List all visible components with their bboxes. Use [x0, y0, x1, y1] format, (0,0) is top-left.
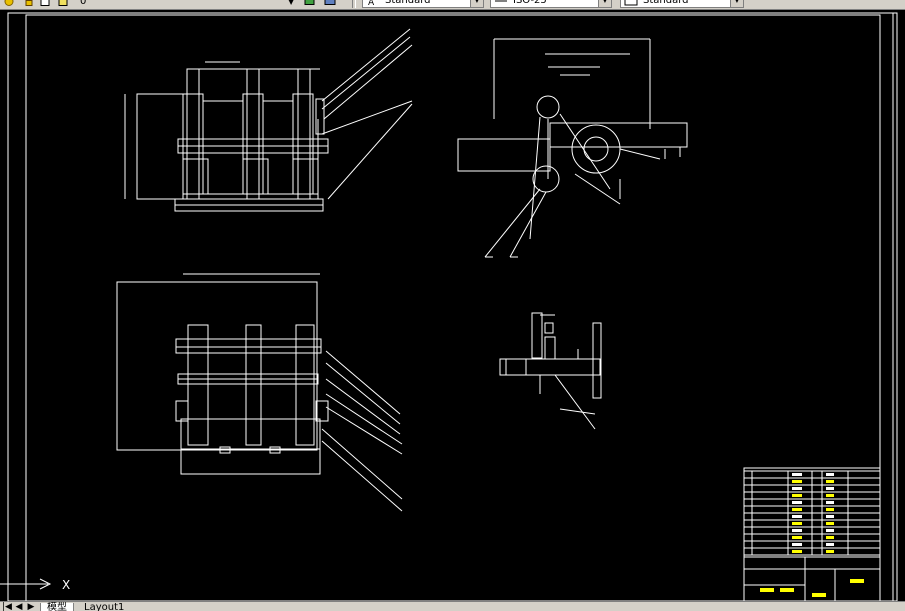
- svg-text:A: A: [368, 0, 375, 6]
- front-view-drawing: [124, 28, 413, 212]
- table-cell-mark: [826, 522, 834, 525]
- table-style-icon: [624, 0, 638, 6]
- table-cell-mark: [792, 522, 802, 525]
- table-cell-mark: [792, 508, 802, 511]
- dim-style-select[interactable]: ISO-25 ▼: [490, 0, 612, 8]
- table-cell-mark: [792, 473, 802, 476]
- title-block-mark: [780, 588, 794, 592]
- layer-square-icon[interactable]: [40, 0, 50, 7]
- ucs-x-label: X: [62, 578, 70, 592]
- table-cell-mark: [826, 515, 834, 518]
- layer-color-icon[interactable]: [58, 0, 68, 7]
- table-cell-mark: [826, 529, 834, 532]
- side-view-drawing: [457, 38, 688, 258]
- text-style-value: Standard: [385, 0, 431, 6]
- table-cell-mark: [826, 473, 834, 476]
- table-cell-mark: [792, 515, 802, 518]
- table-cell-mark: [792, 529, 802, 532]
- table-style-value: Standard: [643, 0, 689, 6]
- dim-style-value: ISO-25: [513, 0, 547, 6]
- table-style-dropdown-icon[interactable]: ▼: [730, 0, 743, 7]
- table-cell-mark: [826, 550, 834, 553]
- table-cell-mark: [826, 494, 834, 497]
- lock-icon[interactable]: [24, 0, 34, 7]
- dim-style-icon: [495, 0, 507, 2]
- plan-view-drawing: [116, 273, 403, 512]
- table-cell-mark: [826, 508, 834, 511]
- table-cell-mark: [792, 480, 802, 483]
- table-cell-mark: [826, 543, 834, 546]
- text-style-select[interactable]: A Standard ▼: [362, 0, 484, 8]
- table-style-select[interactable]: Standard ▼: [620, 0, 744, 8]
- dim-style-dropdown-icon[interactable]: ▼: [598, 0, 611, 7]
- layer-previous-icon[interactable]: [304, 0, 318, 7]
- table-cell-mark: [792, 487, 802, 490]
- table-cell-mark: [792, 501, 802, 504]
- text-style-dropdown-icon[interactable]: ▼: [470, 0, 483, 7]
- drawing-canvas[interactable]: X: [0, 9, 905, 601]
- layer-dropdown-arrow-icon[interactable]: ▼: [288, 0, 298, 8]
- layer-name[interactable]: 0: [80, 0, 86, 7]
- parts-list-table: [743, 470, 881, 597]
- table-cell-mark: [826, 501, 834, 504]
- title-block-mark: [812, 593, 826, 597]
- table-cell-mark: [792, 536, 802, 539]
- table-cell-mark: [826, 487, 834, 490]
- section-view-drawing: [499, 312, 602, 430]
- title-block-mark: [760, 588, 774, 592]
- text-style-icon: A: [368, 0, 375, 6]
- table-cell-mark: [826, 480, 834, 483]
- table-cell-mark: [826, 536, 834, 539]
- table-cell-mark: [792, 543, 802, 546]
- title-block-mark: [850, 579, 864, 583]
- sun-icon[interactable]: [4, 0, 14, 7]
- layer-state-icon[interactable]: [324, 0, 338, 7]
- toolbar-separator: [352, 0, 356, 8]
- table-cell-mark: [792, 494, 802, 497]
- table-cell-mark: [792, 550, 802, 553]
